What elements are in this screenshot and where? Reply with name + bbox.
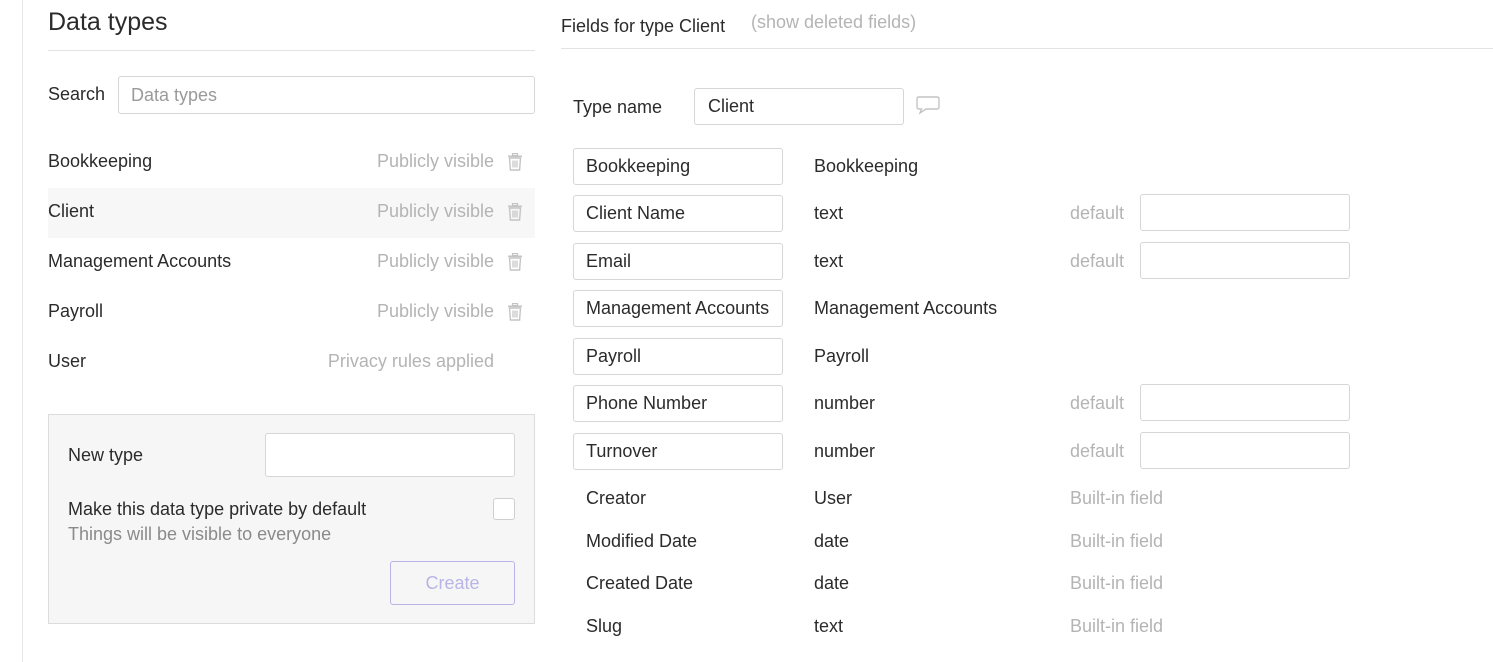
type-name: Payroll [48,301,104,321]
new-type-form: New type Make this data type private by … [48,414,535,624]
private-default-label: Make this data type private by default [68,499,367,519]
field-row-slug: Slug text Built-in field [561,608,1493,646]
field-name: Created Date [586,573,694,593]
field-name-input[interactable]: Management Accounts [573,290,783,327]
new-type-input[interactable] [265,433,515,477]
default-label: default [1070,251,1125,271]
default-label: default [1070,441,1125,461]
trash-icon[interactable] [507,203,523,221]
field-name-input[interactable]: Phone Number [573,385,783,422]
divider [561,48,1493,49]
type-row-user[interactable]: User Privacy rules applied [48,338,535,388]
field-name: Modified Date [586,531,698,551]
search-label: Search [48,84,106,104]
private-default-checkbox[interactable] [493,498,515,520]
built-in-field-label: Built-in field [1070,531,1164,551]
field-type: Management Accounts [814,298,998,318]
field-name-input[interactable]: Payroll [573,338,783,375]
fields-title: Fields for type Client [561,16,726,36]
type-list: Bookkeeping Publicly visible Client Publicl… [48,138,535,388]
default-label: default [1070,393,1125,413]
field-type: number [814,441,876,461]
type-row-client[interactable]: Client Publicly visible [48,188,535,238]
type-name: Client [48,201,95,221]
field-row-bookkeeping: Bookkeeping Bookkeeping [561,148,1493,186]
field-type: number [814,393,876,413]
field-type: text [814,203,844,223]
built-in-field-label: Built-in field [1070,488,1164,508]
type-visibility[interactable]: Publicly visible [377,151,494,172]
field-row-created-date: Created Date date Built-in field [561,565,1493,603]
field-type: date [814,573,850,593]
show-deleted-fields-link[interactable]: (show deleted fields) [751,12,916,33]
fields-panel: Fields for type Client (show deleted fie… [561,0,1493,662]
field-name-input[interactable]: Bookkeeping [573,148,783,185]
default-value-input[interactable] [1140,242,1350,279]
create-button[interactable]: Create [390,561,515,605]
new-type-label: New type [68,445,144,465]
field-type: text [814,251,844,271]
type-row-management-accounts[interactable]: Management Accounts Publicly visible [48,238,535,288]
field-row-payroll: Payroll Payroll [561,338,1493,376]
type-name: Management Accounts [48,251,232,271]
field-row-turnover: Turnover number default [561,432,1493,471]
type-name-input[interactable]: Client [694,88,904,125]
field-name-input[interactable]: Email [573,243,783,280]
field-row-management-accounts: Management Accounts Management Accounts [561,290,1493,328]
default-value-input[interactable] [1140,384,1350,421]
type-visibility[interactable]: Privacy rules applied [328,351,494,372]
field-row-modified-date: Modified Date date Built-in field [561,523,1493,561]
type-row-payroll[interactable]: Payroll Publicly visible [48,288,535,338]
type-name: User [48,351,87,371]
field-type: date [814,531,850,551]
private-default-hint: Things will be visible to everyone [68,524,332,544]
type-row-bookkeeping[interactable]: Bookkeeping Publicly visible [48,138,535,188]
default-value-input[interactable] [1140,194,1350,231]
field-row-client-name: Client Name text default [561,194,1493,233]
type-visibility[interactable]: Publicly visible [377,251,494,272]
field-type: User [814,488,853,508]
default-label: default [1070,203,1125,223]
field-row-phone-number: Phone Number number default [561,384,1493,423]
field-name: Creator [586,488,647,508]
field-type: text [814,616,844,636]
divider [48,50,535,51]
field-name: Slug [586,616,623,636]
data-types-panel: Data types Search Bookkeeping Publicly vi… [48,0,535,662]
type-name-label: Type name [573,97,663,117]
field-row-email: Email text default [561,242,1493,281]
field-type: Bookkeeping [814,156,919,176]
trash-icon[interactable] [507,253,523,271]
comment-icon[interactable] [915,95,941,115]
trash-icon[interactable] [507,153,523,171]
default-value-input[interactable] [1140,432,1350,469]
type-visibility[interactable]: Publicly visible [377,301,494,322]
field-row-creator: Creator User Built-in field [561,480,1493,518]
type-name: Bookkeeping [48,151,153,171]
trash-icon[interactable] [507,303,523,321]
field-type: Payroll [814,346,870,366]
built-in-field-label: Built-in field [1070,616,1164,636]
field-name-input[interactable]: Turnover [573,433,783,470]
type-visibility[interactable]: Publicly visible [377,201,494,222]
page-title: Data types [48,8,168,36]
built-in-field-label: Built-in field [1070,573,1164,593]
search-input[interactable] [118,76,535,114]
left-rail [0,0,23,662]
field-name-input[interactable]: Client Name [573,195,783,232]
